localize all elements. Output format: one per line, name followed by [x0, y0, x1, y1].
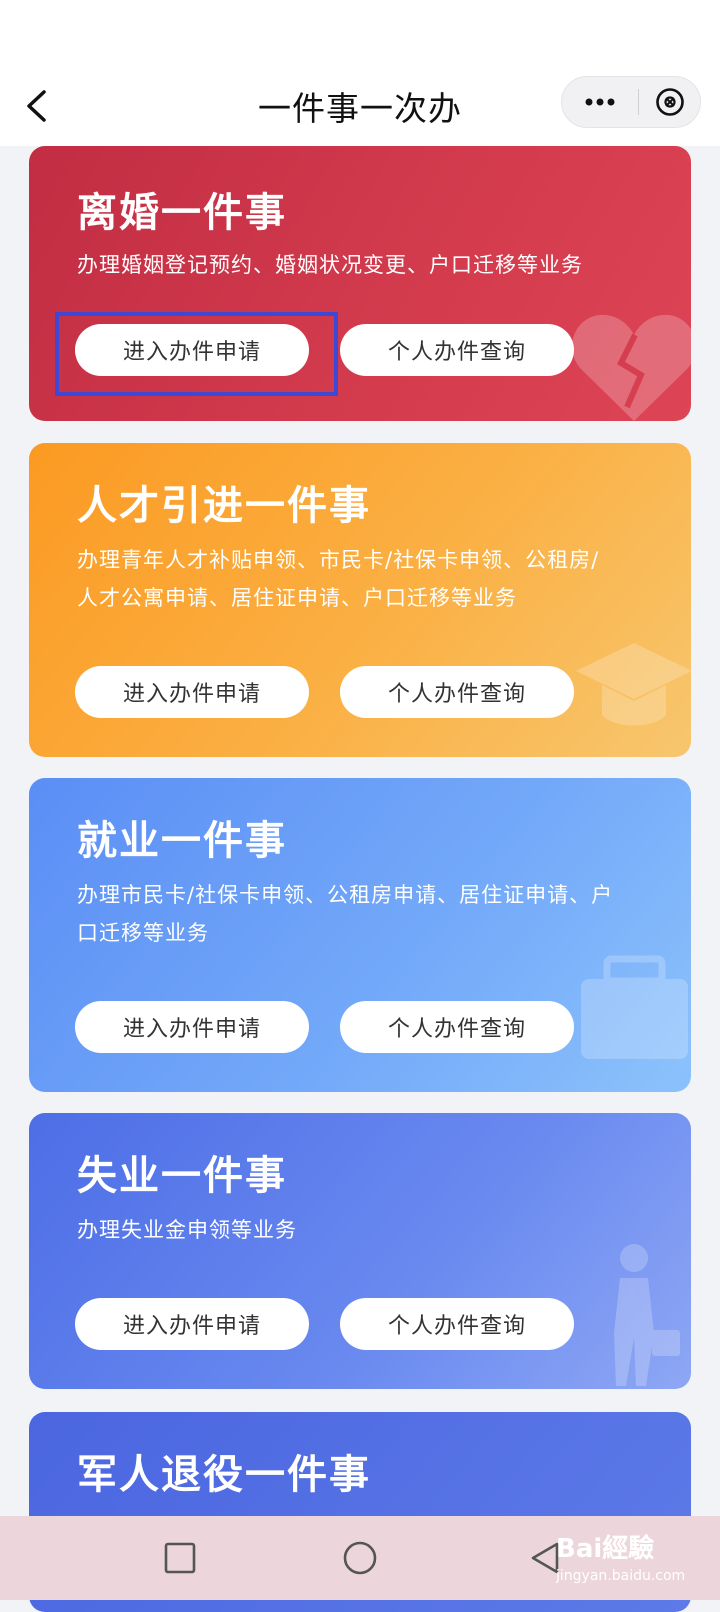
briefcase-icon: [581, 955, 688, 1059]
card-title: 就业一件事: [77, 818, 287, 864]
baidu-watermark: Bai經驗 jingyan.baidu.com: [548, 1524, 718, 1596]
card-title: 失业一件事: [77, 1153, 287, 1199]
card-description-line: 口迁移等业务: [77, 921, 209, 945]
query-button[interactable]: 个人办件查询: [340, 1001, 574, 1053]
square-icon: [164, 1542, 196, 1574]
card-description-line: 办理青年人才补贴申领、市民卡/社保卡申领、公租房/: [77, 548, 600, 572]
watermark-url: jingyan.baidu.com: [556, 1568, 686, 1584]
circle-icon: [343, 1541, 377, 1575]
card-description-line: 办理市民卡/社保卡申领、公租房申请、居住证申请、户: [77, 883, 614, 907]
service-card-unemployment: 失业一件事 办理失业金申领等业务 进入办件申请 个人办件查询: [29, 1113, 691, 1389]
system-nav-bar: Bai經驗 jingyan.baidu.com: [0, 1516, 720, 1600]
more-dots-icon: [585, 98, 615, 106]
close-circle-icon: [656, 88, 684, 116]
graduation-cap-icon: [576, 643, 691, 726]
query-button[interactable]: 个人办件查询: [340, 324, 574, 376]
card-description: 办理青年人才补贴申领、市民卡/社保卡申领、公租房/ 人才公寓申请、居住证申请、户…: [77, 541, 647, 617]
card-description: 办理市民卡/社保卡申领、公租房申请、居住证申请、户 口迁移等业务: [77, 876, 647, 952]
card-description: 办理失业金申领等业务: [77, 1211, 647, 1249]
close-button[interactable]: [639, 77, 701, 127]
mini-program-capsule: [561, 76, 701, 128]
apply-button[interactable]: 进入办件申请: [75, 1298, 309, 1350]
apply-button[interactable]: 进入办件申请: [75, 1001, 309, 1053]
highlight-box: [55, 312, 338, 396]
service-card-employment: 就业一件事 办理市民卡/社保卡申领、公租房申请、居住证申请、户 口迁移等业务 进…: [29, 778, 691, 1092]
card-title: 人才引进一件事: [77, 483, 371, 529]
card-description-line: 办理婚姻登记预约、婚姻状况变更、户口迁移等业务: [77, 253, 583, 277]
navbar: 一件事一次办: [0, 70, 720, 146]
query-button[interactable]: 个人办件查询: [340, 666, 574, 718]
recent-apps-button[interactable]: [155, 1533, 205, 1583]
card-description-line: 办理失业金申领等业务: [77, 1218, 297, 1242]
apply-button[interactable]: 进入办件申请: [75, 666, 309, 718]
more-button[interactable]: [562, 77, 638, 127]
status-bar: [0, 0, 720, 70]
service-card-talent: 人才引进一件事 办理青年人才补贴申领、市民卡/社保卡申领、公租房/ 人才公寓申请…: [29, 443, 691, 757]
card-title: 军人退役一件事: [77, 1452, 371, 1498]
card-title: 离婚一件事: [77, 190, 287, 236]
query-button[interactable]: 个人办件查询: [340, 1298, 574, 1350]
card-description: 办理婚姻登记预约、婚姻状况变更、户口迁移等业务: [77, 246, 647, 284]
person-walking-icon: [614, 1244, 680, 1386]
home-button[interactable]: [335, 1533, 385, 1583]
watermark-logo: Bai經驗: [556, 1534, 655, 1564]
card-description-line: 人才公寓申请、居住证申请、户口迁移等业务: [77, 586, 517, 610]
broken-heart-icon: [572, 314, 691, 421]
